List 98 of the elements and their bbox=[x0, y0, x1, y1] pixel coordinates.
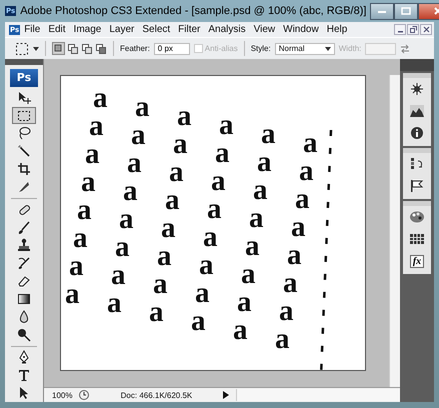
menu-item[interactable]: Select bbox=[138, 24, 174, 35]
vertical-scrollbar[interactable] bbox=[389, 75, 400, 387]
menu-item[interactable]: View bbox=[250, 24, 280, 35]
letter-glyph: a bbox=[131, 121, 146, 149]
letter-glyph: a bbox=[291, 213, 306, 241]
letter-glyph: a bbox=[283, 269, 298, 297]
letter-glyph: a bbox=[157, 242, 172, 270]
menu-item[interactable]: Window bbox=[279, 24, 323, 35]
restore-icon bbox=[410, 26, 416, 33]
style-label: Style: bbox=[250, 44, 271, 53]
styles-panel-button[interactable]: fx bbox=[405, 250, 429, 272]
letter-glyph: a bbox=[115, 233, 130, 261]
marquee-tool-icon[interactable] bbox=[12, 106, 36, 124]
restore-button[interactable] bbox=[407, 24, 419, 35]
photoshop-logo: Ps bbox=[10, 68, 38, 87]
letter-glyph: a bbox=[153, 270, 168, 298]
letter-glyph: a bbox=[191, 307, 206, 335]
menu-item[interactable]: Edit bbox=[44, 24, 70, 35]
preview-icon[interactable] bbox=[78, 389, 90, 401]
letter-glyph: a bbox=[211, 167, 226, 195]
letter-glyph: a bbox=[177, 102, 192, 130]
letter-glyph: a bbox=[85, 140, 100, 168]
minimize-button[interactable] bbox=[394, 24, 406, 35]
letter-glyph: a bbox=[275, 325, 290, 353]
horizontal-scrollbar[interactable] bbox=[236, 389, 400, 401]
letter-glyph: a bbox=[203, 223, 218, 251]
dock-header bbox=[400, 59, 434, 71]
width-label: Width: bbox=[338, 44, 362, 53]
maximize-button[interactable] bbox=[394, 2, 418, 20]
letter-glyph: a bbox=[237, 288, 252, 316]
play-icon[interactable] bbox=[222, 390, 230, 400]
letter-glyph: a bbox=[257, 148, 272, 176]
letter-glyph: a bbox=[123, 177, 138, 205]
marquee-icon[interactable] bbox=[15, 42, 29, 56]
feather-field[interactable]: 0 px bbox=[154, 42, 190, 54]
letter-glyph: a bbox=[215, 139, 230, 167]
letter-glyph: a bbox=[73, 224, 88, 252]
letter-glyph: a bbox=[111, 261, 126, 289]
letter-glyph: a bbox=[195, 279, 210, 307]
menu-item[interactable]: Image bbox=[70, 24, 106, 35]
menu-item[interactable]: Analysis bbox=[204, 24, 250, 35]
menu-item[interactable]: Help bbox=[322, 24, 352, 35]
letter-glyph: a bbox=[249, 204, 264, 232]
letter-glyph: a bbox=[173, 130, 188, 158]
letter-glyph: a bbox=[303, 129, 318, 157]
letter-glyph: a bbox=[253, 176, 268, 204]
letter-glyph: a bbox=[165, 186, 180, 214]
letter-glyph: a bbox=[287, 241, 302, 269]
letter-glyph: a bbox=[93, 84, 108, 112]
letter-glyph: a bbox=[81, 168, 96, 196]
letter-glyph: a bbox=[245, 232, 260, 260]
letter-glyph: a bbox=[149, 298, 164, 326]
menu-item[interactable]: Filter bbox=[174, 24, 204, 35]
letter-glyph: a bbox=[199, 251, 214, 279]
letter-glyph: a bbox=[127, 149, 142, 177]
info-icon bbox=[409, 126, 425, 140]
menu-item[interactable]: Layer bbox=[105, 24, 138, 35]
letter-glyph: a bbox=[89, 112, 104, 140]
swatches-icon bbox=[409, 232, 425, 246]
minimize-icon bbox=[377, 8, 388, 14]
letter-glyph: a bbox=[161, 214, 176, 242]
swap-icon[interactable] bbox=[400, 44, 410, 54]
close-button[interactable] bbox=[420, 24, 432, 35]
selection-mode-button[interactable] bbox=[94, 42, 107, 55]
letter-glyph: a bbox=[219, 111, 234, 139]
letter-glyph: a bbox=[69, 252, 84, 280]
selection-mode-button[interactable] bbox=[66, 42, 79, 55]
letter-glyph: a bbox=[233, 316, 248, 344]
letter-glyph: a bbox=[279, 297, 294, 325]
letter-glyph: a bbox=[299, 157, 314, 185]
navigator-icon bbox=[409, 82, 425, 96]
caret-icon[interactable] bbox=[33, 46, 39, 50]
minimize-button[interactable] bbox=[370, 2, 394, 20]
menu-item[interactable]: File bbox=[20, 24, 44, 35]
actions-icon bbox=[409, 179, 425, 193]
style-dropdown[interactable]: Normal bbox=[274, 42, 335, 54]
feather-label: Feather: bbox=[120, 44, 150, 53]
window-title: Adobe Photoshop CS3 Extended - [sample.psd @ 100% (abc, RGB/8)] bbox=[20, 5, 366, 17]
letter-glyph: a bbox=[77, 196, 92, 224]
letter-glyph: a bbox=[169, 158, 184, 186]
letter-glyph: a bbox=[261, 120, 276, 148]
history-icon bbox=[409, 157, 425, 171]
caret-icon bbox=[324, 46, 331, 50]
zoom-level: 100% bbox=[52, 390, 72, 400]
color-icon bbox=[409, 210, 425, 224]
maximize-icon bbox=[401, 7, 412, 15]
letter-glyph: a bbox=[295, 185, 310, 213]
histogram-icon bbox=[409, 104, 425, 118]
letter-glyph: a bbox=[135, 93, 150, 121]
letter-glyph: a bbox=[65, 280, 80, 308]
selection-mode-button[interactable] bbox=[80, 42, 93, 55]
selection-mode-button[interactable] bbox=[52, 42, 65, 55]
letter-glyph: a bbox=[119, 205, 134, 233]
document-size: Doc: 466.1K/620.5K bbox=[120, 390, 194, 400]
letter-glyph: a bbox=[241, 260, 256, 288]
close-icon bbox=[422, 26, 430, 33]
letter-glyph: a bbox=[107, 289, 122, 317]
letter-glyph: a bbox=[207, 195, 222, 223]
